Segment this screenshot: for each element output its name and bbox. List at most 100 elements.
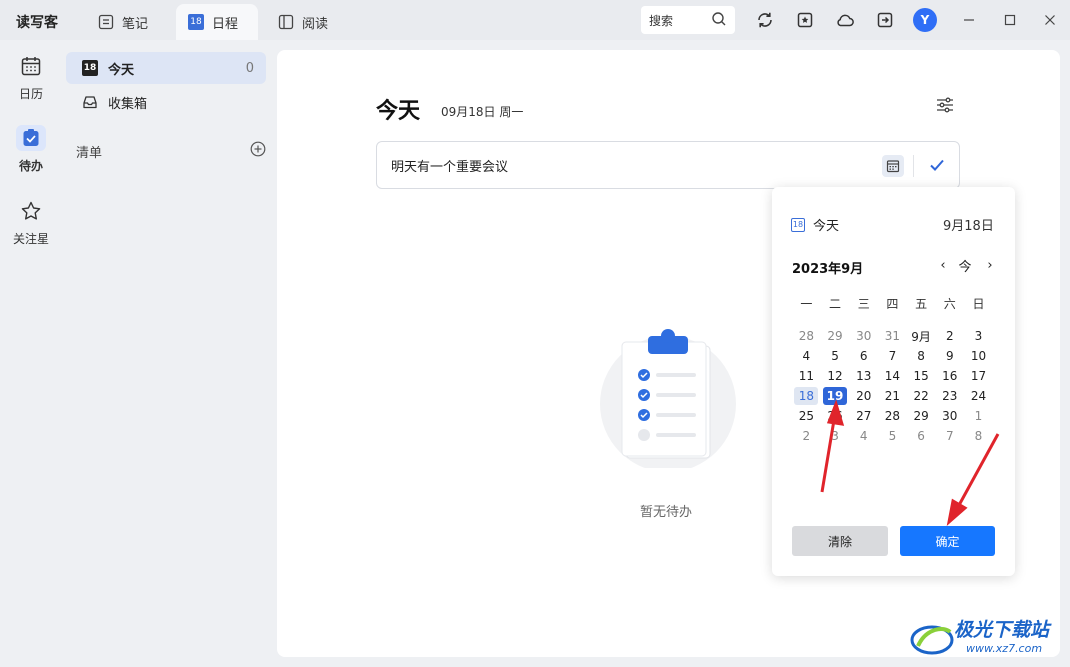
weekday-label: 日 xyxy=(972,297,985,311)
calendar-day[interactable]: 11 xyxy=(792,366,821,386)
calendar-day[interactable]: 9月 xyxy=(907,326,936,346)
calendar-day[interactable]: 19 xyxy=(821,386,850,406)
calendar-day[interactable]: 26 xyxy=(821,406,850,426)
rail-item-star[interactable]: 关注星 xyxy=(8,198,54,247)
calendar-badge-icon: 18 xyxy=(791,217,805,232)
calendar-day[interactable]: 8 xyxy=(907,346,936,366)
calendar-day-label: 4 xyxy=(802,349,811,363)
star-icon xyxy=(16,198,46,224)
calendar-day[interactable]: 5 xyxy=(821,346,850,366)
calendar-day[interactable]: 31 xyxy=(878,326,907,346)
date-picker-button[interactable] xyxy=(882,155,904,177)
jump-today-button[interactable]: 今 xyxy=(957,257,973,275)
calendar-day[interactable]: 28 xyxy=(878,406,907,426)
task-input-value: 明天有一个重要会议 xyxy=(391,159,509,175)
clear-button[interactable]: 清除 xyxy=(792,526,888,556)
confirm-button[interactable]: 确定 xyxy=(900,526,995,556)
calendar-grid: 28 29 30 31 9月 2 3 4 5 6 7 8 9 10 11 12 13 14 15 16 17 18 19 20… xyxy=(792,326,993,446)
calendar-day[interactable]: 6 xyxy=(849,346,878,366)
calendar-day-label: 19 xyxy=(823,387,848,405)
calendar-day[interactable]: 8 xyxy=(964,426,993,446)
calendar-day[interactable]: 30 xyxy=(935,406,964,426)
calendar-day-label: 17 xyxy=(970,369,987,383)
calendar-day[interactable]: 7 xyxy=(935,426,964,446)
tab-notes[interactable]: 笔记 xyxy=(86,4,164,40)
export-icon[interactable] xyxy=(874,9,896,31)
date-picker-popup: 18 今天 9月18日 2023年9月 ‹ 今 › 一 二 三 四 五 六 日 … xyxy=(772,187,1015,576)
calendar-day-label: 15 xyxy=(913,369,929,383)
empty-clipboard-illustration xyxy=(596,328,740,472)
calendar-day[interactable]: 17 xyxy=(964,366,993,386)
tab-schedule[interactable]: 18 日程 xyxy=(176,4,258,40)
title-bar: 读写客 笔记 18 日程 阅读 搜索 Y xyxy=(0,0,1070,40)
calendar-day[interactable]: 21 xyxy=(878,386,907,406)
calendar-day[interactable]: 5 xyxy=(878,426,907,446)
calendar-week-row: 28 29 30 31 9月 2 3 xyxy=(792,326,993,346)
sidebar-item-inbox[interactable]: 收集箱 xyxy=(66,86,266,118)
close-icon[interactable] xyxy=(1040,10,1060,30)
sidebar-item-today[interactable]: 18 今天 0 xyxy=(66,52,266,84)
tab-label: 阅读 xyxy=(302,16,329,32)
sync-icon[interactable] xyxy=(754,9,776,31)
maximize-icon[interactable] xyxy=(1000,10,1020,30)
calendar-day[interactable]: 2 xyxy=(792,426,821,446)
calendar-day[interactable]: 13 xyxy=(849,366,878,386)
calendar-day[interactable]: 9 xyxy=(935,346,964,366)
prev-month-button[interactable]: ‹ xyxy=(936,257,950,273)
calendar-day[interactable]: 27 xyxy=(849,406,878,426)
calendar-day[interactable]: 25 xyxy=(792,406,821,426)
filter-settings-icon[interactable] xyxy=(935,95,955,115)
cloud-icon[interactable] xyxy=(834,9,856,31)
calendar-day[interactable]: 12 xyxy=(821,366,850,386)
calendar-day[interactable]: 4 xyxy=(792,346,821,366)
quick-today-date: 9月18日 xyxy=(943,219,994,234)
calendar-day[interactable]: 28 xyxy=(792,326,821,346)
calendar-day[interactable]: 2 xyxy=(935,326,964,346)
calendar-day[interactable]: 14 xyxy=(878,366,907,386)
calendar-day[interactable]: 7 xyxy=(878,346,907,366)
calendar-day[interactable]: 24 xyxy=(964,386,993,406)
quick-today-option[interactable]: 18 今天 xyxy=(791,215,839,234)
empty-state-text: 暂无待办 xyxy=(640,505,693,520)
calendar-day[interactable]: 4 xyxy=(849,426,878,446)
star-note-icon[interactable] xyxy=(794,9,816,31)
next-month-button[interactable]: › xyxy=(983,257,997,273)
note-icon xyxy=(98,14,114,30)
calendar-day-label: 14 xyxy=(884,369,901,383)
add-list-icon[interactable] xyxy=(250,141,266,161)
calendar-week-row: 11 12 13 14 15 16 17 xyxy=(792,366,993,386)
rail-item-calendar[interactable]: 日历 xyxy=(8,53,54,102)
calendar-day-label: 24 xyxy=(970,389,987,403)
calendar-day[interactable]: 29 xyxy=(907,406,936,426)
avatar[interactable]: Y xyxy=(913,8,937,32)
calendar-day[interactable]: 23 xyxy=(935,386,964,406)
app-title: 读写客 xyxy=(16,15,58,31)
task-input[interactable]: 明天有一个重要会议 xyxy=(376,141,960,189)
sidebar-item-label: 收集箱 xyxy=(108,96,148,112)
calendar-day-label: 31 xyxy=(884,329,901,343)
calendar-day[interactable]: 18 xyxy=(792,386,821,406)
calendar-day-label: 6 xyxy=(859,349,868,363)
calendar-day-label: 27 xyxy=(856,409,872,423)
calendar-day[interactable]: 3 xyxy=(964,326,993,346)
calendar-day[interactable]: 3 xyxy=(821,426,850,446)
calendar-day-label: 12 xyxy=(827,369,843,383)
calendar-day[interactable]: 30 xyxy=(849,326,878,346)
tab-label: 笔记 xyxy=(122,16,149,32)
calendar-day[interactable]: 22 xyxy=(907,386,936,406)
search-input[interactable]: 搜索 xyxy=(641,6,735,34)
calendar-day[interactable]: 29 xyxy=(821,326,850,346)
rail-item-todo[interactable]: 待办 xyxy=(8,125,54,174)
calendar-day[interactable]: 1 xyxy=(964,406,993,426)
calendar-day[interactable]: 16 xyxy=(935,366,964,386)
confirm-task-icon[interactable] xyxy=(926,154,948,176)
minimize-icon[interactable] xyxy=(959,10,979,30)
tab-reading[interactable]: 阅读 xyxy=(266,4,344,40)
calendar-day[interactable]: 20 xyxy=(849,386,878,406)
weekday-label: 四 xyxy=(886,297,899,311)
sidebar-item-label: 今天 xyxy=(108,62,135,78)
calendar-day[interactable]: 6 xyxy=(907,426,936,446)
page-title: 今天 xyxy=(376,99,421,124)
calendar-day[interactable]: 10 xyxy=(964,346,993,366)
calendar-day[interactable]: 15 xyxy=(907,366,936,386)
